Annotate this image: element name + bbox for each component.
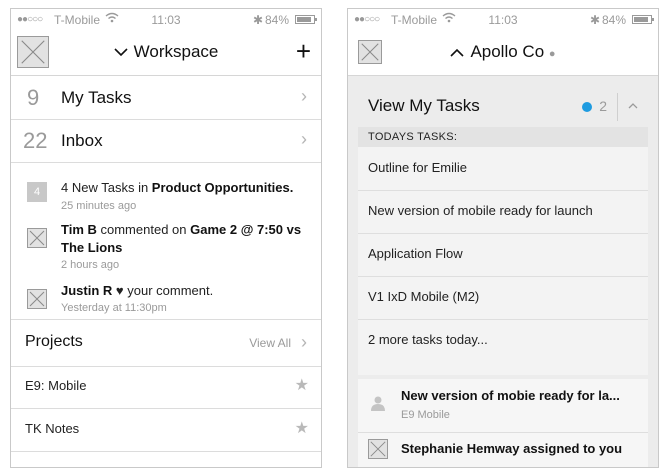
chevron-down-icon	[114, 48, 128, 57]
inbox-row[interactable]: 22 Inbox ›	[11, 119, 321, 163]
nav-bar: Workspace +	[11, 31, 321, 76]
task-count: 2	[599, 98, 607, 114]
bluetooth-icon: ✱	[252, 13, 263, 27]
notification-card[interactable]: New version of mobie ready for la... E9 …	[358, 379, 648, 467]
tasks-count: 9	[27, 85, 40, 110]
project-row[interactable]: E9: Mobile ★	[11, 365, 321, 409]
user-icon	[371, 396, 385, 411]
task-row[interactable]: New version of mobile ready for launch	[358, 190, 648, 234]
project-name: E9: Mobile	[25, 378, 87, 393]
phone-project: ●●○○○ T-Mobile 11:03 ✱ 84% Apollo Co ● V…	[347, 8, 659, 468]
timestamp: 2 hours ago	[61, 259, 120, 271]
battery-percent: 84%	[264, 13, 289, 27]
feed-text: 4 New Tasks in Product Opportunities.	[61, 179, 311, 197]
feed-text-pre: 4 New Tasks in	[61, 180, 152, 195]
battery-percent: 84%	[601, 13, 626, 27]
feed-item[interactable]: Justin R ♥ your comment. Yesterday at 11…	[11, 276, 321, 319]
star-icon[interactable]: ★	[295, 375, 309, 395]
star-icon[interactable]: ★	[295, 418, 309, 438]
more-tasks-link[interactable]: 2 more tasks today...	[358, 319, 648, 362]
battery-icon	[632, 15, 654, 24]
nav-bar: Apollo Co ●	[348, 31, 658, 76]
task-name: V1 IxD Mobile (M2)	[368, 289, 480, 304]
count-badge: 4	[27, 182, 47, 202]
more-tasks-label: 2 more tasks today...	[368, 332, 488, 347]
project-row[interactable]: TK Notes ★	[11, 408, 321, 452]
avatar	[27, 228, 47, 248]
row-label: My Tasks	[61, 88, 132, 107]
task-row[interactable]: Application Flow	[358, 233, 648, 277]
project-name: TK Notes	[25, 421, 80, 436]
task-name: Outline for Emilie	[368, 160, 467, 175]
workspace-switcher[interactable]: Workspace	[11, 42, 321, 62]
section-label: TODAYS TASKS:	[358, 127, 648, 147]
feed-text: Justin R ♥ your comment.	[61, 282, 311, 300]
feed-text-post: your comment.	[123, 283, 214, 298]
divider	[358, 432, 648, 433]
timestamp: 25 minutes ago	[61, 200, 137, 212]
feed-item[interactable]: Tim B commented on Game 2 @ 7:50 vs The …	[11, 214, 321, 276]
status-bar: ●●○○○ T-Mobile 11:03 ✱ 84%	[11, 9, 321, 31]
placeholder-icon	[29, 291, 45, 307]
placeholder-icon	[29, 230, 45, 246]
status-dot: ●	[548, 48, 556, 60]
task-name: Application Flow	[368, 246, 463, 261]
task-row[interactable]: V1 IxD Mobile (M2)	[358, 276, 648, 320]
collapse-icon[interactable]	[628, 97, 638, 112]
chevron-right-icon: ›	[301, 332, 307, 352]
my-tasks-row[interactable]: 9 My Tasks ›	[11, 76, 321, 120]
notification-title: New version of mobie ready for la...	[401, 388, 620, 403]
projects-header: Projects View All ›	[11, 319, 321, 367]
timestamp: Yesterday at 11:30pm	[61, 302, 167, 314]
task-name: New version of mobile ready for launch	[368, 203, 593, 218]
add-button[interactable]: +	[296, 36, 311, 66]
row-label: Inbox	[61, 131, 103, 150]
notification-project: E9 Mobile	[401, 409, 450, 421]
project-switcher[interactable]: Apollo Co ●	[348, 42, 658, 62]
page-title: Apollo Co	[470, 42, 545, 61]
page-title: Workspace	[133, 42, 219, 61]
heart-icon: ♥	[115, 283, 124, 298]
section-title: Projects	[25, 333, 83, 350]
project-link[interactable]: Product Opportunities.	[152, 180, 294, 195]
inbox-count: 22	[23, 128, 48, 153]
placeholder-icon	[370, 441, 386, 457]
chevron-right-icon: ›	[301, 129, 307, 149]
card-title: View My Tasks	[368, 96, 480, 115]
status-bar: ●●○○○ T-Mobile 11:03 ✱ 84%	[348, 9, 658, 31]
feed-text-mid: commented on	[96, 222, 191, 237]
view-all-link[interactable]: View All	[249, 336, 291, 350]
user-name: Tim B	[61, 222, 97, 237]
user-name: Justin R	[61, 283, 113, 298]
divider	[617, 93, 618, 121]
activity-feed: 4 4 New Tasks in Product Opportunities. …	[11, 162, 321, 319]
avatar	[27, 289, 47, 309]
avatar	[368, 439, 388, 459]
feed-text: Tim B commented on Game 2 @ 7:50 vs The …	[61, 221, 311, 257]
bluetooth-icon: ✱	[589, 13, 600, 27]
unread-dot	[582, 102, 592, 112]
chevron-right-icon: ›	[301, 86, 307, 106]
phone-workspace: ●●○○○ T-Mobile 11:03 ✱ 84% Workspace + 9…	[10, 8, 322, 468]
notification-text: Stephanie Hemway assigned to you	[401, 441, 623, 456]
card-header[interactable]: View My Tasks 2	[358, 85, 648, 127]
chevron-up-icon	[450, 48, 465, 57]
my-tasks-card: View My Tasks 2 TODAYS TASKS: Outline fo…	[358, 85, 648, 375]
battery-icon	[295, 15, 317, 24]
feed-item[interactable]: 4 4 New Tasks in Product Opportunities. …	[11, 162, 321, 214]
task-row[interactable]: Outline for Emilie	[358, 147, 648, 191]
